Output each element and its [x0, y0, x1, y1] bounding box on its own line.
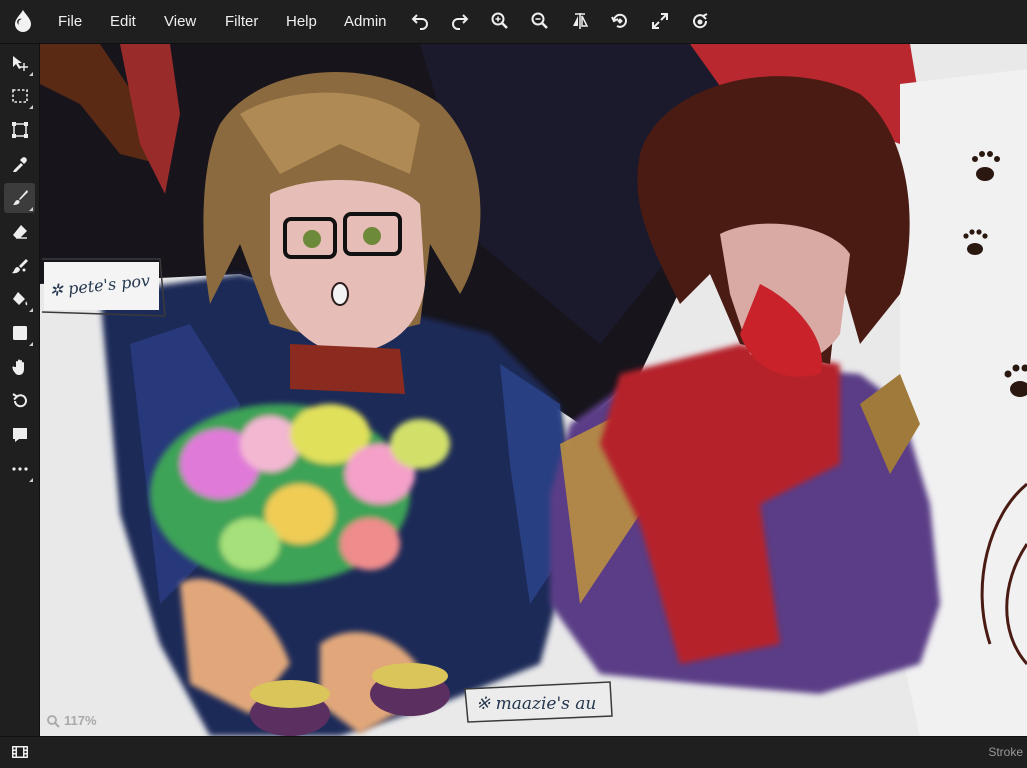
zoom-in-icon	[490, 11, 510, 31]
pipette-tool[interactable]	[4, 149, 35, 179]
select-tool-icon	[11, 87, 29, 105]
transform-tool-icon	[11, 121, 29, 139]
more-dots-icon	[11, 460, 29, 478]
bottom-status-bar: Stroke	[0, 736, 1027, 768]
hand-tool[interactable]	[4, 352, 35, 382]
select-tool[interactable]	[4, 81, 35, 111]
flip-icon	[570, 11, 590, 31]
film-strip-icon[interactable]	[11, 743, 29, 761]
stroke-status: Stroke	[988, 737, 1023, 768]
brush-icon	[11, 189, 29, 207]
menu-file[interactable]: File	[58, 0, 82, 43]
move-tool[interactable]	[4, 48, 35, 78]
zoom-level: 117%	[64, 713, 97, 728]
hand-icon	[11, 358, 29, 376]
redo-button[interactable]	[448, 9, 472, 33]
smudge-icon	[11, 257, 29, 275]
rotate-tool[interactable]	[4, 386, 35, 416]
move-tool-icon	[11, 54, 29, 72]
rotate-icon	[610, 11, 630, 31]
reset-rotation-button[interactable]	[688, 9, 712, 33]
redo-icon	[450, 11, 470, 31]
rectangle-icon	[11, 324, 29, 342]
transform-tool[interactable]	[4, 115, 35, 145]
app-logo-icon[interactable]	[11, 9, 35, 33]
note-maazies-au: ※ maazie's au	[476, 694, 596, 714]
magnifier-icon	[46, 714, 60, 728]
fullscreen-icon	[650, 11, 670, 31]
comment-tool[interactable]	[4, 420, 35, 450]
menu-filter[interactable]: Filter	[225, 0, 258, 43]
zoom-in-button[interactable]	[488, 9, 512, 33]
flip-button[interactable]	[568, 9, 592, 33]
shape-tool[interactable]	[4, 318, 35, 348]
top-menu-bar: File Edit View Filter Help Admin	[0, 0, 1027, 44]
zoom-out-button[interactable]	[528, 9, 552, 33]
artwork: ✲ pete's pov ※ maazie's au	[40, 44, 1027, 736]
rotate-button[interactable]	[608, 9, 632, 33]
brush-tool[interactable]	[4, 183, 35, 213]
drawing-canvas[interactable]: ✲ pete's pov ※ maazie's au 117%	[40, 44, 1027, 736]
undo-button[interactable]	[408, 9, 432, 33]
reset-rotation-icon	[690, 11, 710, 31]
more-tools[interactable]	[4, 454, 35, 484]
zoom-indicator[interactable]: 117%	[46, 713, 97, 728]
fullscreen-button[interactable]	[648, 9, 672, 33]
rotate-tool-icon	[11, 392, 29, 410]
tool-sidebar	[0, 44, 40, 736]
menu-view[interactable]: View	[164, 0, 196, 43]
comment-icon	[11, 426, 29, 444]
pipette-icon	[11, 155, 29, 173]
menu-edit[interactable]: Edit	[110, 0, 136, 43]
paint-bucket-icon	[11, 290, 29, 308]
zoom-out-icon	[530, 11, 550, 31]
fill-tool[interactable]	[4, 284, 35, 314]
menu-admin[interactable]: Admin	[344, 0, 387, 43]
eraser-tool[interactable]	[4, 217, 35, 247]
undo-icon	[410, 11, 430, 31]
eraser-icon	[11, 223, 29, 241]
menu-help[interactable]: Help	[286, 0, 317, 43]
smudge-tool[interactable]	[4, 251, 35, 281]
